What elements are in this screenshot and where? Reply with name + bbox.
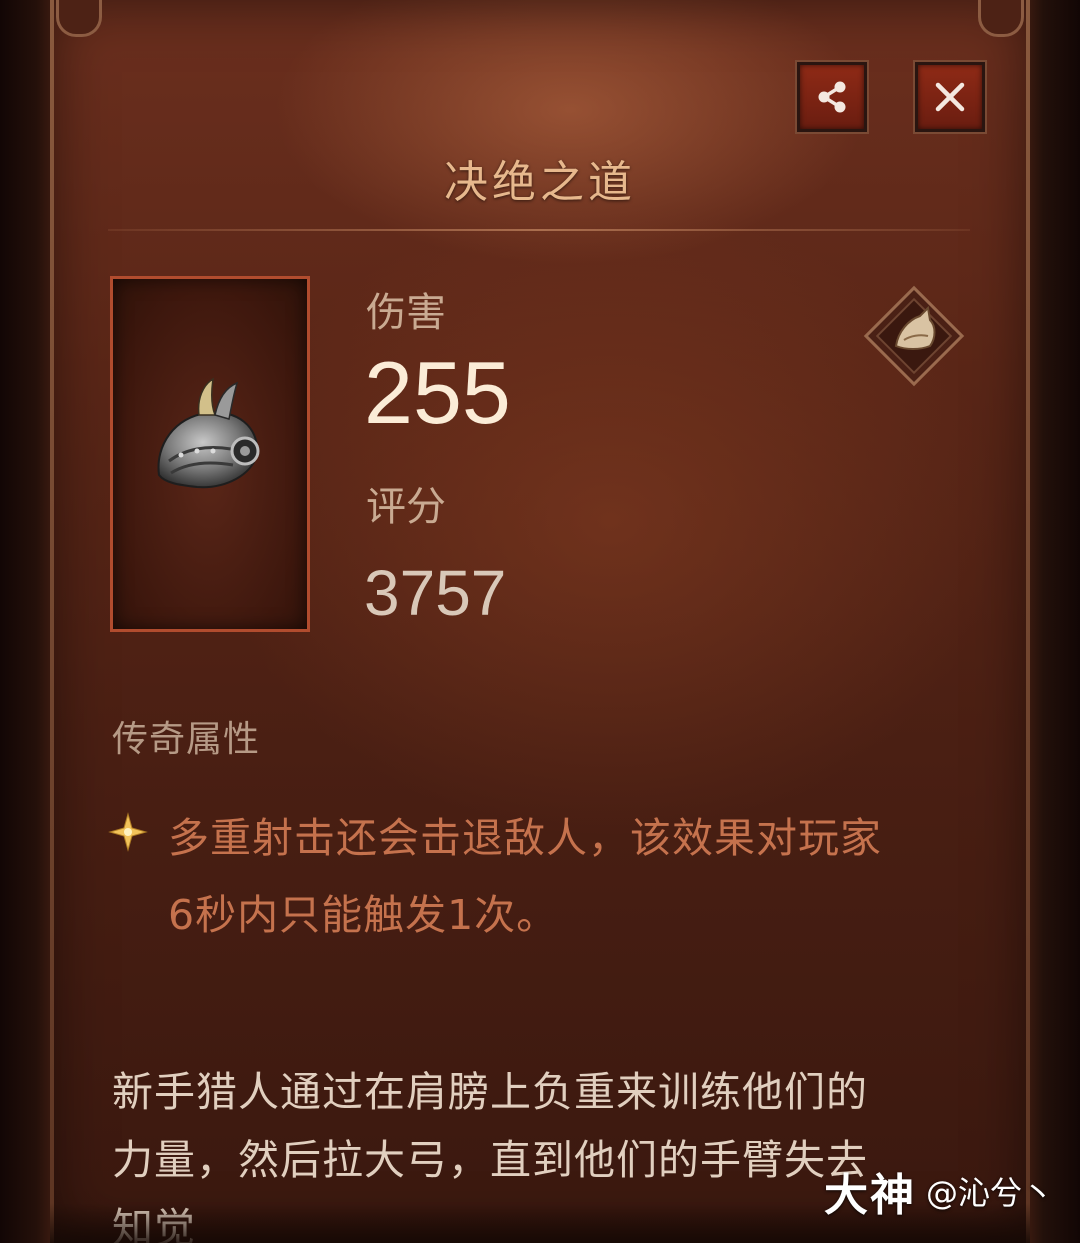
share-button[interactable] bbox=[797, 62, 867, 132]
share-icon bbox=[818, 81, 846, 113]
watermark: 大神 @沁兮丶 bbox=[824, 1159, 1054, 1223]
damage-label: 伤害 bbox=[366, 290, 446, 336]
watermark-username: @沁兮丶 bbox=[925, 1174, 1054, 1212]
background-left bbox=[0, 0, 52, 1243]
item-name: 决绝之道 bbox=[444, 157, 636, 208]
item-panel: 决绝之道 伤害 255 评分 3757 传奇属性 多重射击还会击退敌人，该效果对… bbox=[50, 0, 1030, 1243]
score-label: 评分 bbox=[366, 484, 446, 530]
background-right bbox=[1028, 0, 1080, 1243]
close-icon bbox=[935, 82, 965, 112]
sparkle-icon bbox=[108, 812, 148, 852]
item-detail-screen: 决绝之道 伤害 255 评分 3757 传奇属性 多重射击还会击退敌人，该效果对… bbox=[0, 0, 1080, 1243]
class-emblem-icon bbox=[863, 285, 965, 387]
title-divider bbox=[108, 229, 970, 231]
legendary-section-title: 传奇属性 bbox=[112, 719, 261, 760]
legendary-effect-text: 多重射击还会击退敌人，该效果对玩家 6秒内只能触发1次。 bbox=[168, 800, 968, 954]
damage-value: 255 bbox=[364, 343, 511, 442]
shoulder-armor-icon bbox=[157, 377, 260, 489]
score-value: 3757 bbox=[364, 557, 507, 629]
corner-ornament-right bbox=[978, 0, 1024, 37]
close-button[interactable] bbox=[915, 62, 985, 132]
item-image-slot bbox=[110, 276, 310, 632]
legendary-effect-line: 多重射击还会击退敌人，该效果对玩家 bbox=[168, 814, 882, 862]
corner-ornament-left bbox=[56, 0, 102, 37]
flavor-line: 新手猎人通过在肩膀上负重来训练他们的 bbox=[112, 1068, 868, 1116]
watermark-logo: 大神 bbox=[823, 1170, 916, 1221]
legendary-effect-line: 6秒内只能触发1次。 bbox=[168, 891, 559, 939]
